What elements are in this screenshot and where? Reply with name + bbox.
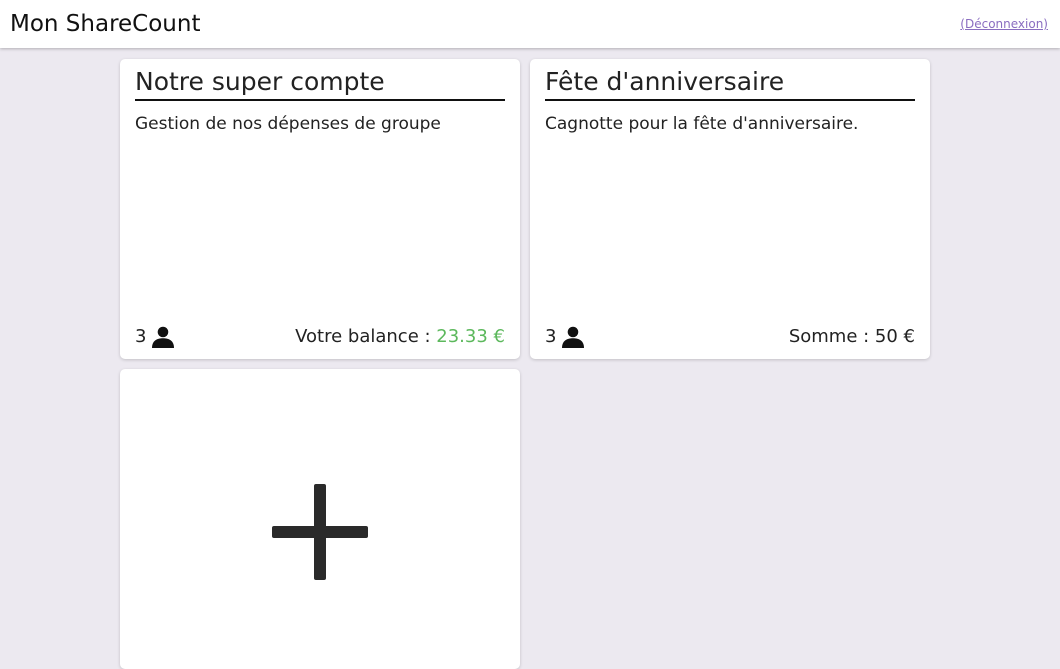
plus-icon [270, 482, 370, 582]
members-indicator: 3 [545, 325, 585, 349]
account-card-description: Cagnotte pour la fête d'anniversaire. [545, 114, 859, 134]
members-indicator: 3 [135, 325, 175, 349]
sum-summary: Somme : 50 € [789, 325, 915, 349]
sum-label: Somme : [788, 326, 875, 347]
add-account-card[interactable] [120, 369, 520, 669]
sum-value: 50 € [874, 326, 915, 347]
user-icon [561, 325, 585, 349]
balance-value: 23.33 € [436, 326, 505, 347]
account-card-footer: 3 Votre balance : 23.33 € [135, 325, 505, 349]
members-count: 3 [545, 326, 557, 347]
balance-label: Votre balance : [295, 326, 437, 347]
account-card-notre-super-compte[interactable]: Notre super compte Gestion de nos dépens… [120, 59, 520, 359]
account-card-description: Gestion de nos dépenses de groupe [135, 114, 441, 134]
top-header: Mon ShareCount (Déconnexion) [0, 0, 1060, 48]
account-card-fete-anniversaire[interactable]: Fête d'anniversaire Cagnotte pour la fêt… [530, 59, 930, 359]
account-card-footer: 3 Somme : 50 € [545, 325, 915, 349]
app-title: Mon ShareCount [10, 11, 201, 37]
balance-summary: Votre balance : 23.33 € [295, 325, 505, 349]
logout-link[interactable]: (Déconnexion) [960, 17, 1048, 31]
user-icon [151, 325, 175, 349]
account-card-title: Notre super compte [135, 67, 505, 101]
account-card-title: Fête d'anniversaire [545, 67, 915, 101]
members-count: 3 [135, 326, 147, 347]
